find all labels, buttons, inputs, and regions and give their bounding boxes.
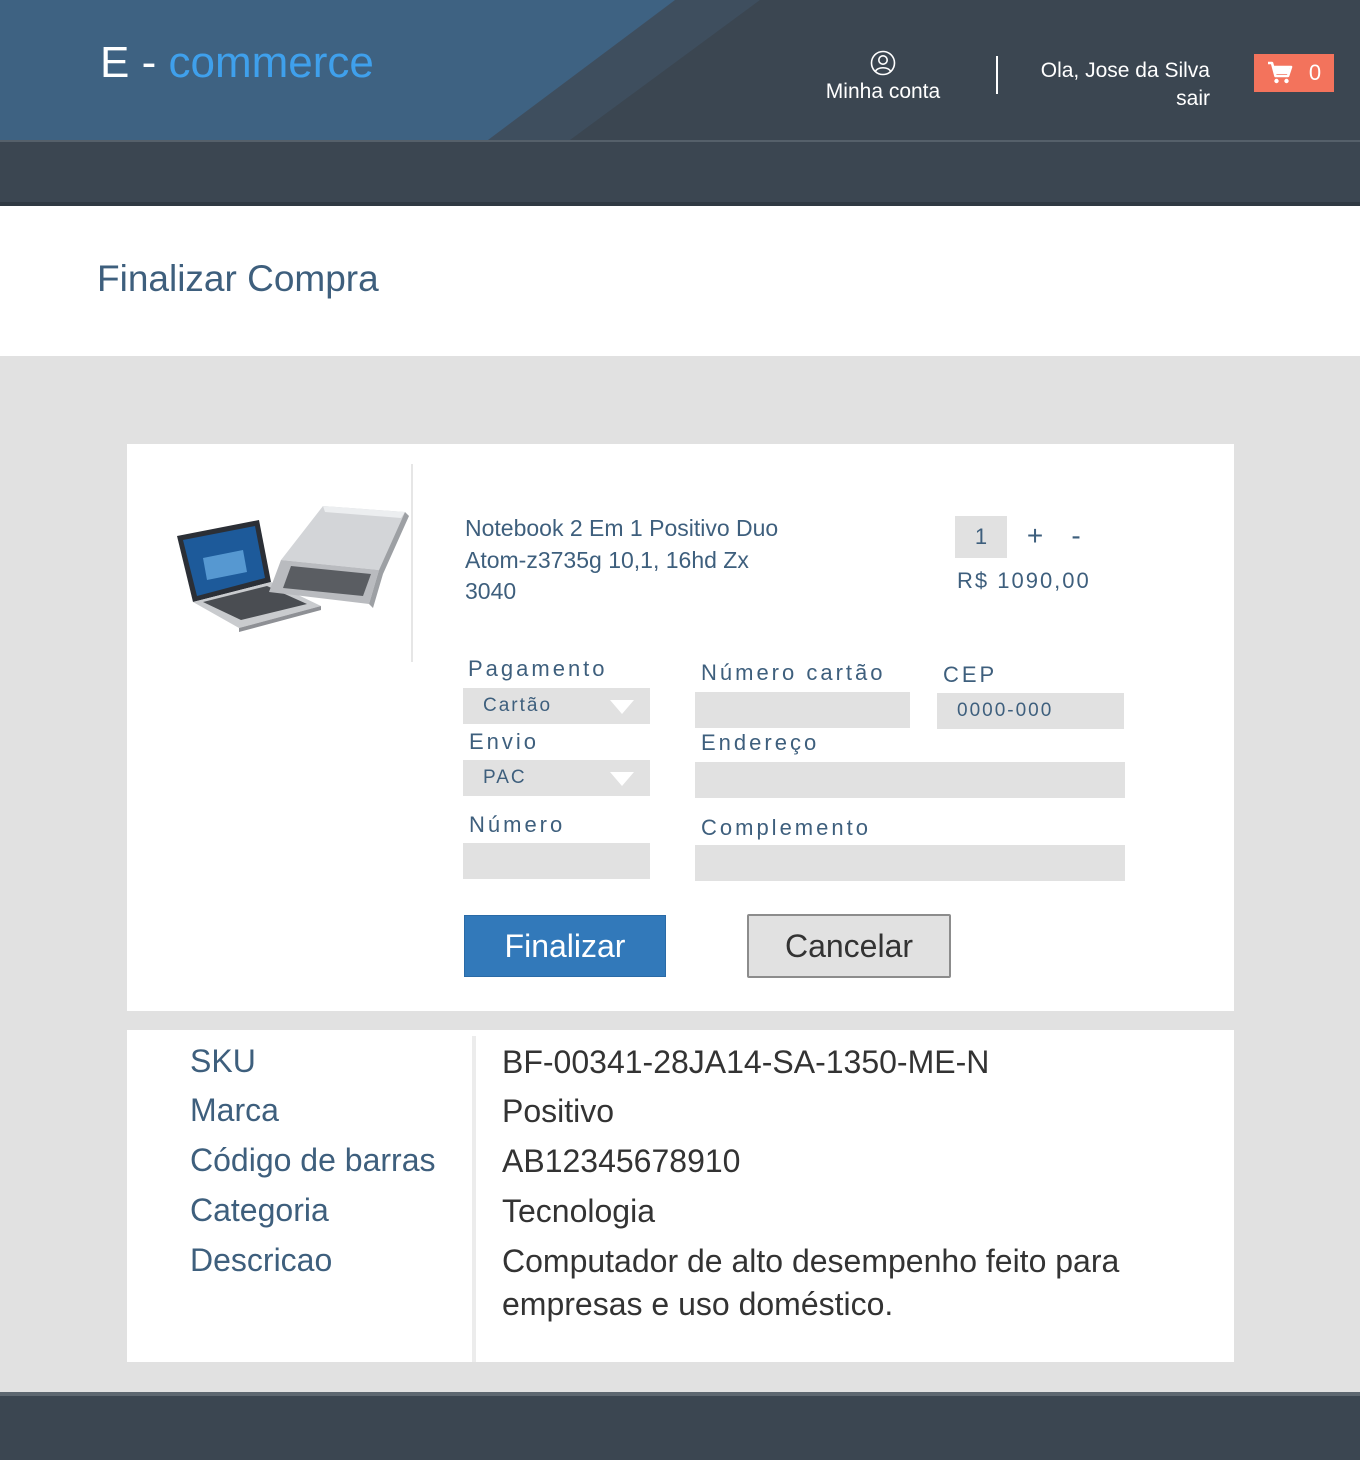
detail-value-category: Tecnologia: [502, 1193, 655, 1229]
detail-value-brand: Positivo: [502, 1093, 615, 1129]
account-link[interactable]: Minha conta: [808, 50, 958, 104]
card-number-label: Número cartão: [701, 660, 886, 685]
finalize-button[interactable]: Finalizar: [464, 915, 666, 977]
brand-prefix: E -: [100, 38, 157, 87]
detail-value-barcode: AB12345678910: [502, 1143, 741, 1179]
complement-input[interactable]: [695, 845, 1125, 881]
card-number-input[interactable]: [695, 692, 910, 728]
chevron-down-icon: [610, 772, 634, 786]
user-greeting-block: Ola, Jose da Silva sair: [1008, 57, 1210, 113]
detail-value-description: Computador de alto desempenho feito para…: [502, 1243, 1120, 1322]
cep-label: CEP: [943, 662, 998, 687]
page-title: Finalizar Compra: [97, 258, 379, 299]
cep-input[interactable]: 0000-000: [937, 693, 1124, 729]
shipping-label: Envio: [469, 729, 540, 754]
details-divider: [472, 1036, 476, 1362]
payment-select-value: Cartão: [483, 695, 553, 716]
product-name[interactable]: Notebook 2 Em 1 Positivo Duo Atom-z3735g…: [465, 513, 785, 608]
checkout-card: Notebook 2 Em 1 Positivo Duo Atom-z3735g…: [127, 444, 1234, 1011]
detail-label-sku: SKU: [190, 1043, 256, 1079]
detail-label-description: Descricao: [190, 1242, 333, 1278]
payment-select[interactable]: Cartão: [463, 688, 650, 724]
number-label: Número: [469, 812, 566, 837]
cancel-button[interactable]: Cancelar: [747, 914, 951, 978]
detail-label-barcode: Código de barras: [190, 1142, 436, 1178]
detail-value-sku: BF-00341-28JA14-SA-1350-ME-N: [502, 1044, 990, 1080]
address-label: Endereço: [701, 730, 820, 755]
navigation-bar: [0, 142, 1360, 204]
shipping-select[interactable]: PAC: [463, 760, 650, 796]
product-divider: [411, 464, 413, 662]
address-input[interactable]: [695, 762, 1125, 798]
brand-suffix: commerce: [168, 38, 374, 87]
product-image[interactable]: [173, 496, 413, 636]
number-input[interactable]: [463, 843, 650, 879]
detail-label-category: Categoria: [190, 1192, 329, 1228]
quantity-increase-button[interactable]: +: [1022, 518, 1048, 554]
brand-logo[interactable]: E - commerce: [100, 38, 374, 88]
detail-label-brand: Marca: [190, 1092, 279, 1128]
cart-count: 0: [1308, 60, 1322, 85]
account-label: Minha conta: [825, 80, 941, 103]
complement-label: Complemento: [701, 815, 871, 840]
site-header: E - commerce Minha conta Ola, Jose da Si…: [0, 0, 1360, 140]
cart-button[interactable]: 0: [1254, 54, 1334, 92]
title-band: Finalizar Compra: [0, 206, 1360, 356]
chevron-down-icon: [610, 700, 634, 714]
user-greeting: Ola, Jose da Silva: [1040, 59, 1210, 82]
quantity-decrease-button[interactable]: -: [1065, 518, 1087, 554]
product-details-card: SKU BF-00341-28JA14-SA-1350-ME-N Marca P…: [127, 1030, 1234, 1362]
payment-label: Pagamento: [468, 656, 608, 681]
header-divider: [996, 56, 998, 94]
user-circle-icon: [870, 50, 896, 76]
shopping-cart-icon: [1267, 61, 1293, 84]
logout-link[interactable]: sair: [1008, 85, 1210, 113]
site-footer: [0, 1396, 1360, 1460]
quantity-value[interactable]: 1: [955, 516, 1007, 558]
shipping-select-value: PAC: [483, 767, 527, 788]
product-price: R$ 1090,00: [957, 568, 1091, 593]
